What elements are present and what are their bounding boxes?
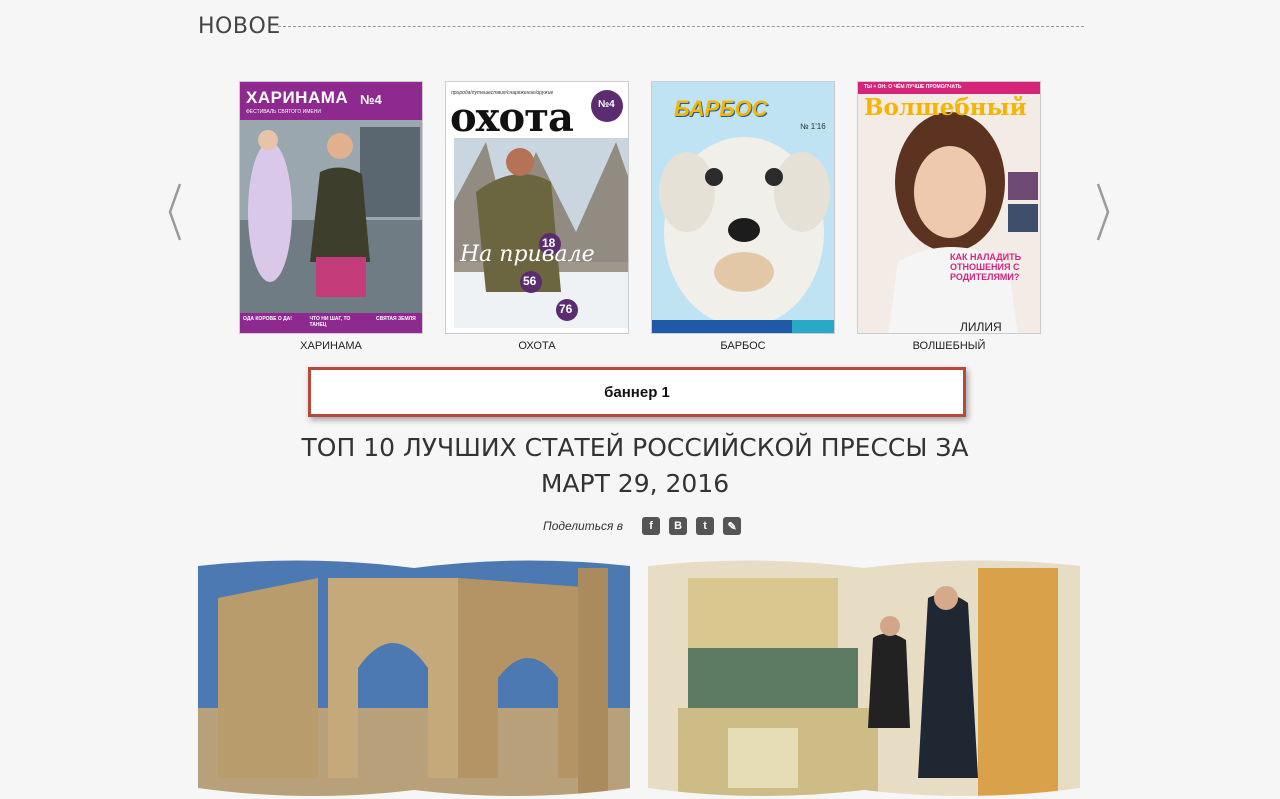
cover-caption[interactable]: ВОЛШЕБНЫЙ [857, 340, 1041, 352]
cover-issue: №4 [360, 92, 382, 107]
cover-footer: ОДА КОРОВЕ О ДА! ЧТО НИ ШАГ, ТО ТАНЕЦ СВ… [243, 316, 421, 328]
cover-issue: №4 [598, 99, 615, 110]
magazine-cover-harinama[interactable]: ХАРИНАМА №4 ФЕСТИВАЛЬ СВЯТОГО ИМЕНИ ОДА … [239, 81, 423, 334]
cover-caption[interactable]: БАРБОС [651, 340, 835, 352]
carousel-prev-button[interactable] [166, 182, 184, 242]
cover-number: 18 [542, 236, 556, 250]
section-title: НОВОЕ [198, 14, 281, 39]
vkontakte-icon: B [674, 520, 683, 532]
palmyra-arch-image [198, 560, 630, 799]
vkontakte-share-button[interactable]: B [669, 517, 688, 535]
section-divider [278, 26, 1084, 27]
cover-number: 56 [523, 274, 537, 288]
twitter-share-button[interactable]: t [696, 517, 715, 535]
kitchen-scene-image [648, 560, 1080, 799]
cover-subtitle: ФЕСТИВАЛЬ СВЯТОГО ИМЕНИ [246, 109, 321, 115]
twitter-icon: t [703, 520, 707, 532]
cover-name: ЛИЛИЯ ЛАВРОВА [960, 320, 1002, 334]
cover-number: 76 [559, 302, 573, 316]
chevron-left-icon [168, 183, 182, 241]
cover-masthead: охота [450, 94, 574, 141]
cover-caption[interactable]: ОХОТА [445, 340, 629, 352]
cover-masthead: ХАРИНАМА [246, 88, 349, 107]
banner-label: баннер 1 [604, 383, 670, 401]
facebook-icon: f [649, 520, 653, 532]
cover-masthead: БАРБОС [674, 96, 768, 121]
headline-line-1: ТОП 10 ЛУЧШИХ СТАТЕЙ РОССИЙСКОЙ ПРЕССЫ З… [301, 433, 969, 462]
carousel-next-button[interactable] [1094, 182, 1112, 242]
facebook-share-button[interactable]: f [642, 517, 661, 535]
cover-footer-item: ОДА КОРОВЕ О ДА! [243, 316, 292, 322]
cover-caption[interactable]: ХАРИНАМА [239, 340, 423, 352]
magazine-cover-barbos[interactable]: БАРБОС № 1'16 [651, 81, 835, 334]
harinama-cover-image [240, 82, 422, 333]
magazine-cover-okhota[interactable]: природа/путешествия/снаряжение/оружие ох… [445, 81, 629, 334]
cover-footer-item: ЧТО НИ ШАГ, ТО ТАНЕЦ [309, 316, 351, 328]
cover-issue: № 1'16 [800, 122, 826, 131]
livejournal-icon: ✎ [727, 520, 737, 533]
article-image-kitchen[interactable] [648, 558, 1080, 799]
chevron-right-icon [1096, 183, 1110, 241]
cover-topline: ТЫ + ОН: О ЧЁМ ЛУЧШЕ ПРОМОЛЧАТЬ [864, 84, 962, 90]
cover-headline: КАК НАЛАДИТЬ ОТНОШЕНИЯ С РОДИТЕЛЯМИ? [950, 252, 1022, 282]
headline-line-2: МАРТ 29, 2016 [540, 469, 730, 498]
page-headline: ТОП 10 ЛУЧШИХ СТАТЕЙ РОССИЙСКОЙ ПРЕССЫ З… [240, 430, 1030, 502]
ad-banner[interactable]: баннер 1 [308, 367, 966, 417]
livejournal-share-button[interactable]: ✎ [723, 517, 742, 535]
cover-masthead: Волшебный [864, 94, 1027, 121]
share-bar: Поделиться в f B t ✎ [543, 515, 742, 537]
article-image-palmyra[interactable] [198, 558, 630, 799]
cover-headline: На привале [460, 242, 595, 267]
cover-footer-item: СВЯТАЯ ЗЕМЛЯ [376, 316, 416, 322]
magazine-cover-volshebny[interactable]: ТЫ + ОН: О ЧЁМ ЛУЧШЕ ПРОМОЛЧАТЬ Волшебны… [857, 81, 1041, 334]
share-label: Поделиться в [543, 519, 624, 533]
